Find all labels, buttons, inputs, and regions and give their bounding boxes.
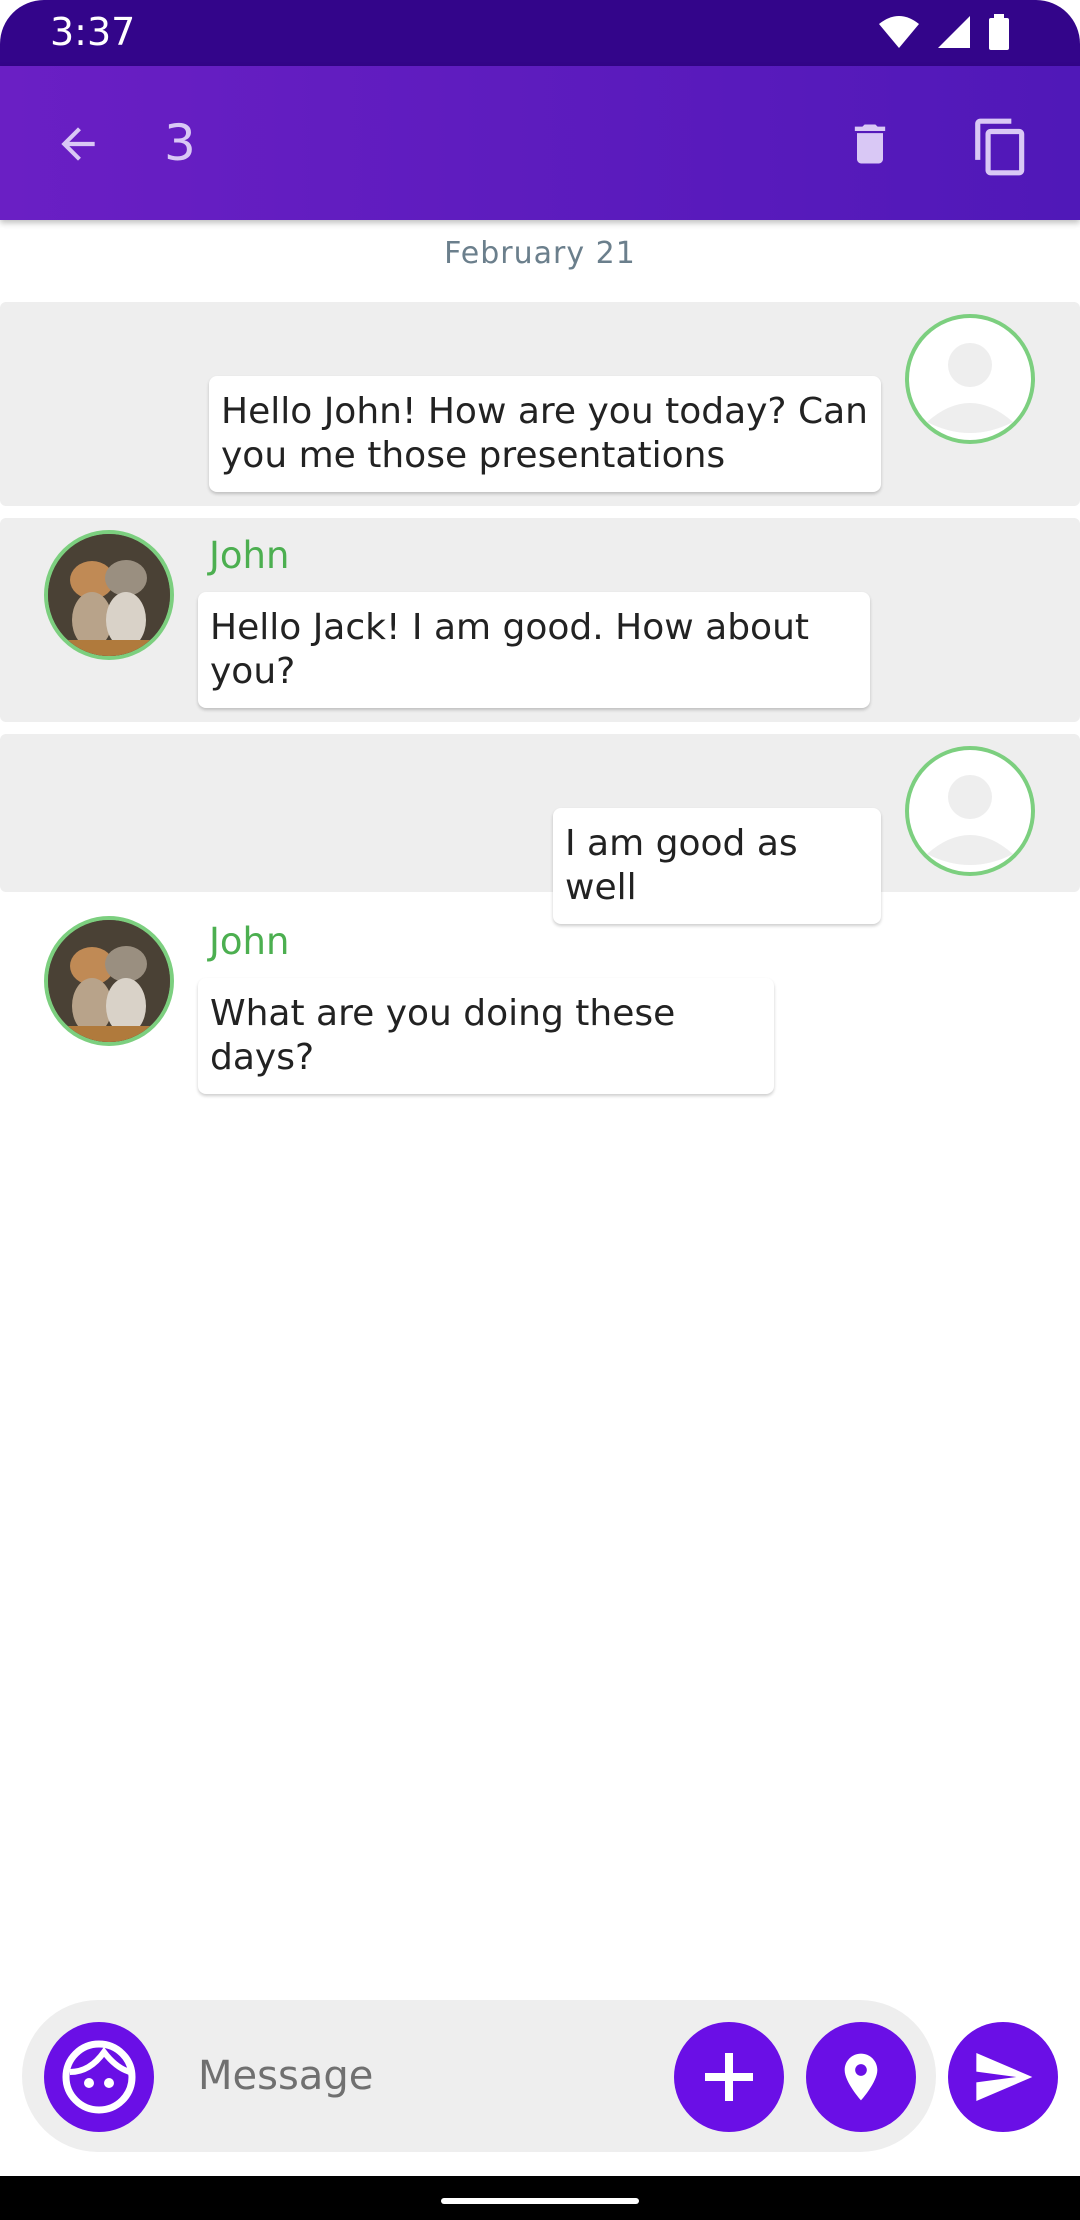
location-pin-icon xyxy=(844,2053,878,2101)
send-button[interactable] xyxy=(948,2022,1058,2132)
date-header: February 21 xyxy=(444,236,636,271)
message-bubble[interactable]: What are you doing these days? xyxy=(198,978,774,1094)
selection-toolbar: 3 xyxy=(0,66,1080,220)
message-text: Hello John! How are you today? Can you m… xyxy=(221,391,868,476)
cats-photo-icon xyxy=(48,920,170,1042)
copy-icon xyxy=(975,118,1025,176)
avatar[interactable] xyxy=(44,916,174,1046)
copy-button[interactable] xyxy=(966,112,1036,182)
status-bar: 3:37 xyxy=(0,0,1080,66)
chat-screen: 3:37 3 February 21 Hello John! How are y… xyxy=(0,0,1080,2220)
selected-count: 3 xyxy=(164,114,196,172)
signal-icon xyxy=(938,16,970,48)
message-text: What are you doing these days? xyxy=(210,993,676,1078)
trash-icon xyxy=(854,124,886,164)
avatar[interactable] xyxy=(44,530,174,660)
person-icon xyxy=(927,343,1013,433)
send-icon xyxy=(976,2053,1033,2101)
navigation-bar xyxy=(0,2176,1080,2220)
cats-photo-icon xyxy=(48,534,170,656)
emoji-button[interactable] xyxy=(44,2022,154,2132)
message-text: Hello Jack! I am good. How about you? xyxy=(210,607,810,692)
delete-button[interactable] xyxy=(838,112,902,176)
message-bubble[interactable]: Hello Jack! I am good. How about you? xyxy=(198,592,870,708)
location-button[interactable] xyxy=(806,2022,916,2132)
message-text: I am good as well xyxy=(565,823,798,908)
message-bubble[interactable]: Hello John! How are you today? Can you m… xyxy=(209,376,881,492)
message-row[interactable]: I am good as well xyxy=(0,734,1080,924)
message-row[interactable]: John What are you doing these days? xyxy=(0,904,1080,1094)
attach-button[interactable] xyxy=(674,2022,784,2132)
sender-name: John xyxy=(209,534,290,577)
message-composer xyxy=(22,2000,936,2152)
message-row[interactable]: Hello John! How are you today? Can you m… xyxy=(0,302,1080,506)
status-time: 3:37 xyxy=(50,10,136,54)
avatar[interactable] xyxy=(905,314,1035,444)
message-row[interactable]: John Hello Jack! I am good. How about yo… xyxy=(0,518,1080,722)
battery-icon xyxy=(989,14,1009,50)
plus-icon xyxy=(705,2053,753,2101)
arrow-back-icon xyxy=(61,127,95,161)
avatar[interactable] xyxy=(905,746,1035,876)
back-button[interactable] xyxy=(46,112,110,176)
person-icon xyxy=(927,775,1013,865)
wifi-icon xyxy=(879,16,919,48)
home-handle[interactable] xyxy=(441,2198,639,2204)
status-icons xyxy=(878,14,1010,50)
face-icon xyxy=(62,2040,136,2114)
sender-name: John xyxy=(209,920,290,963)
message-input[interactable] xyxy=(198,2040,638,2112)
